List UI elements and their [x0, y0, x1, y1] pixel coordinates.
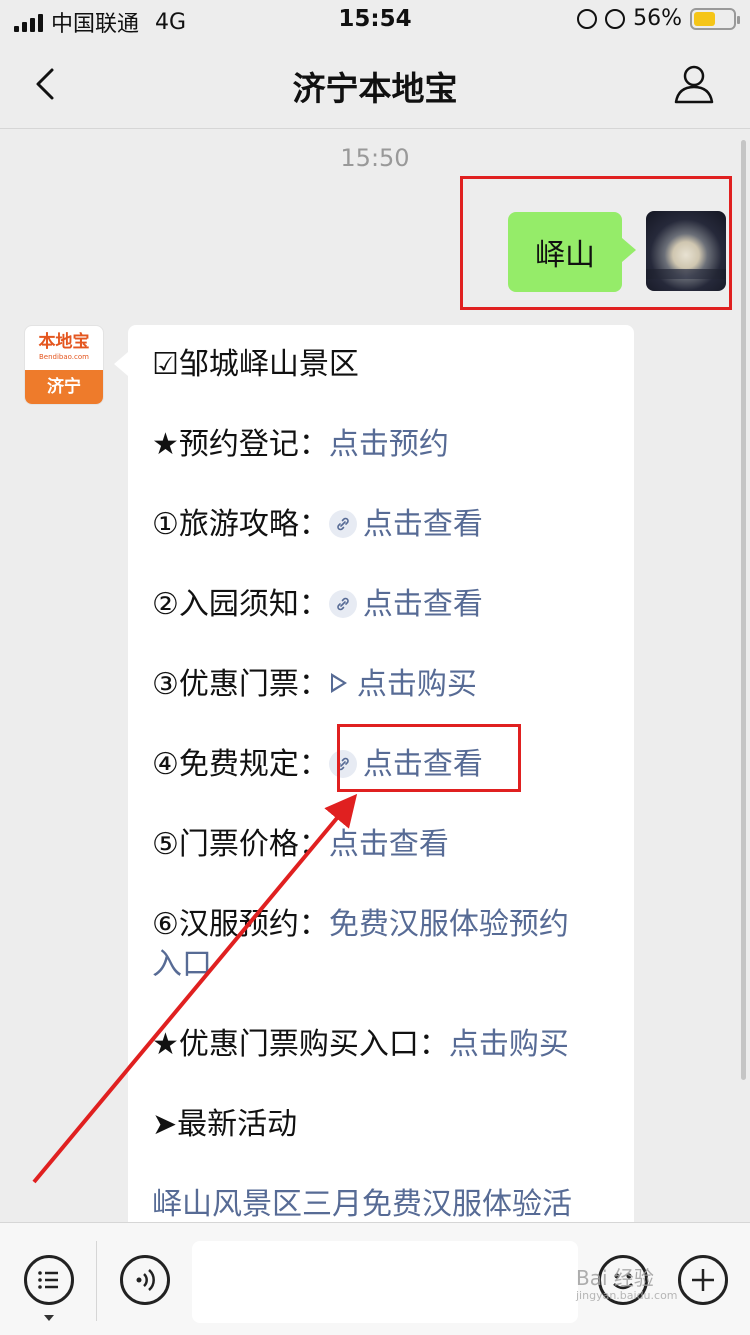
- chat-scrollbar[interactable]: [741, 140, 746, 1080]
- buy-ticket-link[interactable]: 点击购买: [449, 1027, 569, 1062]
- entry-notice-link[interactable]: 点击查看: [363, 587, 483, 622]
- list-item-continued: 入口: [152, 945, 212, 985]
- link-icon: [328, 590, 357, 618]
- item-label: ★优惠门票购买入口：: [152, 1027, 449, 1062]
- annotation-highlight: [337, 724, 521, 792]
- sent-message-bubble[interactable]: 峄山: [508, 212, 636, 292]
- watermark-sub: jingyan.baidu.com: [576, 1289, 678, 1302]
- plus-icon: [692, 1269, 714, 1291]
- menu-caret-icon: [44, 1315, 54, 1321]
- sent-message-text: 峄山: [535, 238, 595, 273]
- bot-avatar-sub: Bendibao.com: [38, 353, 89, 361]
- voice-button[interactable]: [120, 1255, 170, 1305]
- battery-level: [694, 11, 716, 26]
- item-label: ④免费规定：: [152, 747, 329, 782]
- battery-icon: [690, 7, 740, 30]
- activity-heading: ➤最新活动: [152, 1107, 298, 1142]
- bot-avatar-city: 济宁: [25, 370, 103, 404]
- reserve-link[interactable]: 点击预约: [329, 427, 449, 462]
- item-label: ①旅游攻略：: [152, 507, 329, 542]
- item-label: ②入园须知：: [152, 587, 329, 622]
- orientation-lock-icon: [577, 8, 598, 29]
- toolbar-divider: [96, 1241, 97, 1321]
- play-icon: [330, 673, 347, 693]
- reply-bubble-tail: [114, 352, 128, 376]
- alarm-icon: [605, 8, 626, 29]
- profile-icon[interactable]: [672, 62, 716, 106]
- discount-ticket-link[interactable]: 点击购买: [357, 667, 477, 702]
- message-input[interactable]: [192, 1241, 578, 1323]
- user-avatar[interactable]: [646, 211, 726, 291]
- ticket-price-link[interactable]: 点击查看: [329, 827, 449, 862]
- list-item: ③优惠门票： 点击购买: [152, 665, 477, 705]
- nav-bar: 济宁本地宝: [0, 40, 750, 129]
- link-icon: [328, 510, 357, 538]
- bot-avatar-logo: 本地宝 Bendibao.com: [25, 326, 103, 370]
- bot-avatar[interactable]: 本地宝 Bendibao.com 济宁: [24, 325, 104, 405]
- reply-heading: ☑邹城峄山景区: [152, 347, 359, 382]
- chat-timestamp: 15:50: [340, 144, 410, 172]
- watermark-text: Bai 经验: [576, 1266, 654, 1290]
- list-item: ①旅游攻略： 点击查看: [152, 505, 483, 545]
- hanfu-reserve-link[interactable]: 免费汉服体验预约: [329, 907, 569, 942]
- menu-button[interactable]: [24, 1255, 74, 1305]
- activity-link[interactable]: 峄山风景区三月免费汉服体验活: [152, 1185, 572, 1225]
- battery-percent: 56%: [633, 6, 682, 31]
- list-item: ★预约登记：点击预约: [152, 425, 449, 465]
- bot-avatar-brand: 本地宝: [38, 332, 90, 352]
- list-item: ⑥汉服预约：免费汉服体验预约: [152, 905, 569, 945]
- list-item: ★优惠门票购买入口：点击购买: [152, 1025, 569, 1065]
- voice-icon: [136, 1269, 155, 1291]
- item-label: ★预约登记：: [152, 427, 329, 462]
- list-item: ②入园须知： 点击查看: [152, 585, 483, 625]
- status-right: 56%: [577, 6, 740, 31]
- hanfu-reserve-link-cont[interactable]: 入口: [152, 947, 212, 982]
- watermark: Bai 经验 jingyan.baidu.com: [576, 1262, 678, 1302]
- status-bar: 中国联通 4G 15:54 56%: [0, 0, 750, 40]
- item-label: ⑤门票价格：: [152, 827, 329, 862]
- menu-list-icon: [38, 1271, 58, 1289]
- guide-link[interactable]: 点击查看: [363, 507, 483, 542]
- reply-bubble: ☑邹城峄山景区 ★预约登记：点击预约 ①旅游攻略： 点击查看 ②入园须知： 点击查看…: [128, 325, 634, 1285]
- page-title: 济宁本地宝: [292, 69, 458, 108]
- plus-button[interactable]: [678, 1255, 728, 1305]
- list-item: ⑤门票价格：点击查看: [152, 825, 449, 865]
- item-label: ③优惠门票：: [152, 667, 329, 702]
- item-label: ⑥汉服预约：: [152, 907, 329, 942]
